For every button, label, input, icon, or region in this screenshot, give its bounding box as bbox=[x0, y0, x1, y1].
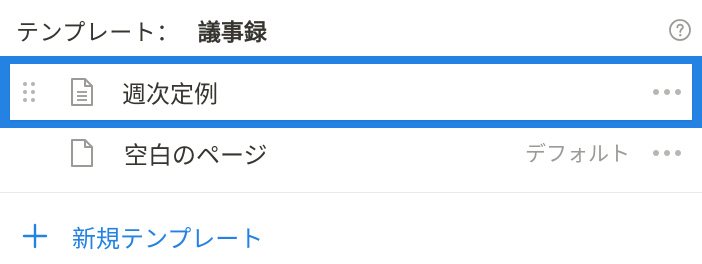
template-row-inner: 空白のページ デフォルト bbox=[0, 124, 702, 182]
header-label: テンプレート： bbox=[16, 20, 180, 46]
document-icon bbox=[71, 78, 93, 106]
plus-icon bbox=[22, 223, 48, 249]
template-title: 週次定例 bbox=[122, 80, 218, 109]
divider bbox=[0, 192, 702, 193]
template-name: 議事録 bbox=[197, 20, 267, 46]
template-title: 空白のページ bbox=[124, 141, 268, 170]
template-header: テンプレート： 議事録 bbox=[16, 10, 692, 50]
new-template-label: 新規テンプレート bbox=[72, 224, 264, 253]
more-options-icon[interactable] bbox=[652, 149, 682, 157]
template-row-selected[interactable]: 週次定例 bbox=[0, 56, 702, 128]
question-circle-icon[interactable] bbox=[668, 18, 692, 42]
template-row-inner: 週次定例 bbox=[10, 64, 692, 120]
template-row[interactable]: 空白のページ デフォルト bbox=[0, 124, 702, 182]
blank-page-icon bbox=[71, 139, 93, 167]
drag-handle-icon[interactable] bbox=[22, 80, 36, 104]
new-template-button[interactable]: 新規テンプレート bbox=[22, 214, 263, 258]
more-options-icon[interactable] bbox=[652, 88, 682, 96]
template-panel: テンプレート： 議事録 週次定例 空白のページ デフォルト 新規テンプレート bbox=[0, 0, 702, 264]
default-badge: デフォルト bbox=[525, 142, 630, 166]
